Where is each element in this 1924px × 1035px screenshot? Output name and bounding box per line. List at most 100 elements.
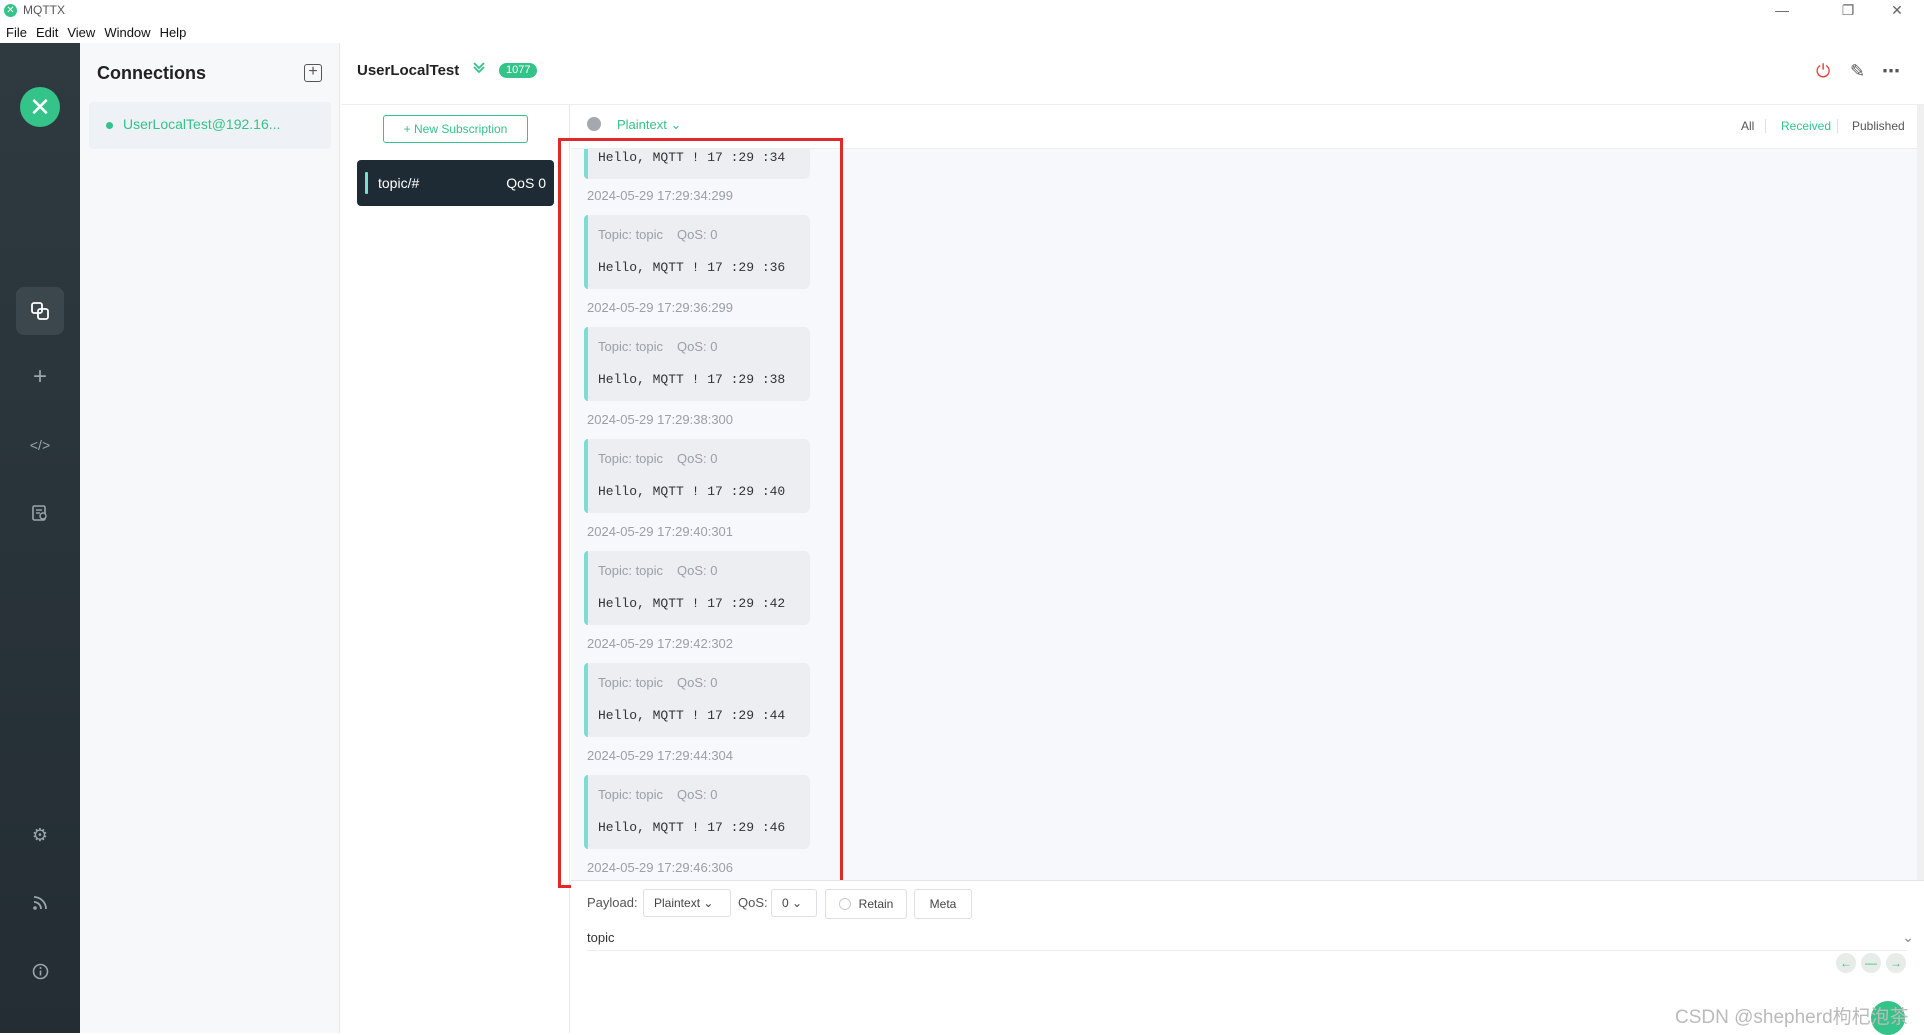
meta-button[interactable]: Meta xyxy=(914,889,972,919)
collapse-chevron-icon[interactable] xyxy=(471,59,487,80)
subscriptions-panel: + New Subscription topic/# QoS 0 xyxy=(341,105,570,1033)
message-card[interactable]: Topic: topic QoS: 0 Hello, MQTT ! 17 :29 … xyxy=(584,327,810,401)
retain-radio-icon xyxy=(838,897,851,910)
connections-title: Connections xyxy=(97,63,207,83)
message-payload: Hello, MQTT ! 17 :29 :40 xyxy=(598,484,786,499)
message-card[interactable]: Topic: topic QoS: 0 Hello, MQTT ! 17 :29 … xyxy=(584,775,810,849)
connections-panel: Connections + UserLocalTest@192.16... xyxy=(80,43,340,1033)
add-connection-button[interactable]: + xyxy=(304,64,322,82)
messages-toolbar: Plaintext ⌄ All Received Published xyxy=(571,105,1924,149)
message-accent xyxy=(584,775,588,849)
message-topic: Topic: topic xyxy=(598,787,664,802)
menu-window[interactable]: Window xyxy=(104,25,150,40)
subscription-qos: QoS 0 xyxy=(506,175,546,191)
filter-all[interactable]: All xyxy=(1741,119,1754,133)
message-time: 2024-05-29 17:29:44:304 xyxy=(587,748,734,763)
message-topic: Topic: topic xyxy=(598,675,664,690)
message-qos: QoS: 0 xyxy=(677,451,718,466)
message-payload: Hello, MQTT ! 17 :29 :44 xyxy=(598,708,786,723)
menu-help[interactable]: Help xyxy=(160,25,187,40)
payload-format-value: Plaintext xyxy=(654,896,701,910)
payload-format-select[interactable]: Plaintext ⌄ xyxy=(617,117,681,133)
retain-toggle[interactable]: Retain xyxy=(825,889,907,919)
scrollbar[interactable] xyxy=(1917,105,1924,880)
subscription-topic: topic/# xyxy=(378,175,420,191)
qos-label: QoS: xyxy=(738,895,768,910)
message-meta: Topic: topic QoS: 0 xyxy=(598,675,718,690)
message-accent xyxy=(584,215,588,289)
publish-topic-input[interactable] xyxy=(587,925,1907,951)
message-topic: Topic: topic xyxy=(598,451,664,466)
message-time: 2024-05-29 17:29:46:306 xyxy=(587,860,734,875)
payload-label: Payload: xyxy=(587,895,638,910)
prev-message-icon[interactable]: ← xyxy=(1836,953,1856,973)
new-subscription-button[interactable]: + New Subscription xyxy=(383,115,528,143)
message-time: 2024-05-29 17:29:38:300 xyxy=(587,412,734,427)
message-qos: QoS: 0 xyxy=(677,227,718,242)
message-payload: Hello, MQTT ! 17 :29 :46 xyxy=(598,820,786,835)
message-count-badge: 1077 xyxy=(499,63,538,78)
chevron-down-icon: ⌄ xyxy=(670,117,682,132)
connection-item[interactable]: UserLocalTest@192.16... xyxy=(89,102,331,149)
mqttx-logo-icon: ✕ xyxy=(20,87,60,127)
info-icon[interactable] xyxy=(16,947,64,995)
connection-status-dot xyxy=(106,122,113,129)
qos-value: 0 xyxy=(782,896,789,910)
edit-icon[interactable]: ✎ xyxy=(1850,61,1865,82)
minimize-button[interactable]: — xyxy=(1760,0,1804,22)
message-qos: QoS: 0 xyxy=(677,675,718,690)
message-topic: Topic: topic xyxy=(598,339,664,354)
filter-published[interactable]: Published xyxy=(1852,119,1905,133)
disconnect-icon[interactable]: ⏻ xyxy=(1816,61,1830,82)
chevron-down-icon: ⌄ xyxy=(792,896,803,910)
more-icon[interactable]: ⋯ xyxy=(1882,61,1900,82)
clear-history-icon[interactable]: — xyxy=(1861,953,1881,973)
restore-button[interactable]: ❐ xyxy=(1826,0,1870,22)
message-list[interactable]: Hello, MQTT ! 17 :29 :34 2024-05-29 17:2… xyxy=(584,149,824,880)
message-time: 2024-05-29 17:29:36:299 xyxy=(587,300,734,315)
next-message-icon[interactable]: → xyxy=(1886,953,1906,973)
menu-bar: File Edit View Window Help xyxy=(0,22,1924,43)
messages-area: Plaintext ⌄ All Received Published Hello… xyxy=(571,105,1924,880)
message-meta: Topic: topic QoS: 0 xyxy=(598,563,718,578)
message-card[interactable]: Topic: topic QoS: 0 Hello, MQTT ! 17 :29 … xyxy=(584,551,810,625)
retain-label: Retain xyxy=(858,897,894,911)
log-icon[interactable] xyxy=(16,489,64,537)
message-payload: Hello, MQTT ! 17 :29 :42 xyxy=(598,596,786,611)
subscription-item[interactable]: topic/# QoS 0 xyxy=(357,160,554,206)
message-topic: Topic: topic xyxy=(598,227,664,242)
message-qos: QoS: 0 xyxy=(677,563,718,578)
filter-divider xyxy=(1765,119,1766,133)
connection-name: UserLocalTest@192.16... xyxy=(123,116,281,132)
menu-edit[interactable]: Edit xyxy=(36,25,58,40)
code-icon[interactable]: </> xyxy=(16,421,64,469)
message-card[interactable]: Topic: topic QoS: 0 Hello, MQTT ! 17 :29 … xyxy=(584,439,810,513)
feed-icon[interactable] xyxy=(16,879,64,927)
payload-format-dropdown[interactable]: Plaintext ⌄ xyxy=(643,889,731,917)
menu-view[interactable]: View xyxy=(67,25,95,40)
add-icon[interactable]: + xyxy=(16,353,64,401)
close-button[interactable]: ✕ xyxy=(1875,0,1919,22)
window-title: MQTTX xyxy=(23,3,65,17)
message-time: 2024-05-29 17:29:40:301 xyxy=(587,524,734,539)
left-rail: ✕ + </> ⚙ xyxy=(0,43,80,1033)
settings-icon[interactable]: ⚙ xyxy=(16,811,64,859)
message-card[interactable]: Hello, MQTT ! 17 :29 :34 xyxy=(584,149,810,179)
message-qos: QoS: 0 xyxy=(677,339,718,354)
message-meta: Topic: topic QoS: 0 xyxy=(598,451,718,466)
message-card[interactable]: Topic: topic QoS: 0 Hello, MQTT ! 17 :29 … xyxy=(584,663,810,737)
chevron-down-icon[interactable]: ⌄ xyxy=(1902,929,1914,946)
message-qos: QoS: 0 xyxy=(677,787,718,802)
message-accent xyxy=(584,327,588,401)
message-card[interactable]: Topic: topic QoS: 0 Hello, MQTT ! 17 :29 … xyxy=(584,215,810,289)
connection-title: UserLocalTest xyxy=(357,62,460,79)
qos-dropdown[interactable]: 0 ⌄ xyxy=(771,889,817,917)
message-topic: Topic: topic xyxy=(598,563,664,578)
menu-file[interactable]: File xyxy=(6,25,27,40)
message-meta: Topic: topic QoS: 0 xyxy=(598,227,718,242)
connection-header: UserLocalTest 1077 ⏻ ✎ ⋯ xyxy=(341,43,1924,105)
clear-dot-icon[interactable] xyxy=(587,117,601,131)
connections-icon[interactable] xyxy=(16,287,64,335)
message-time: 2024-05-29 17:29:42:302 xyxy=(587,636,734,651)
filter-received[interactable]: Received xyxy=(1781,119,1831,133)
